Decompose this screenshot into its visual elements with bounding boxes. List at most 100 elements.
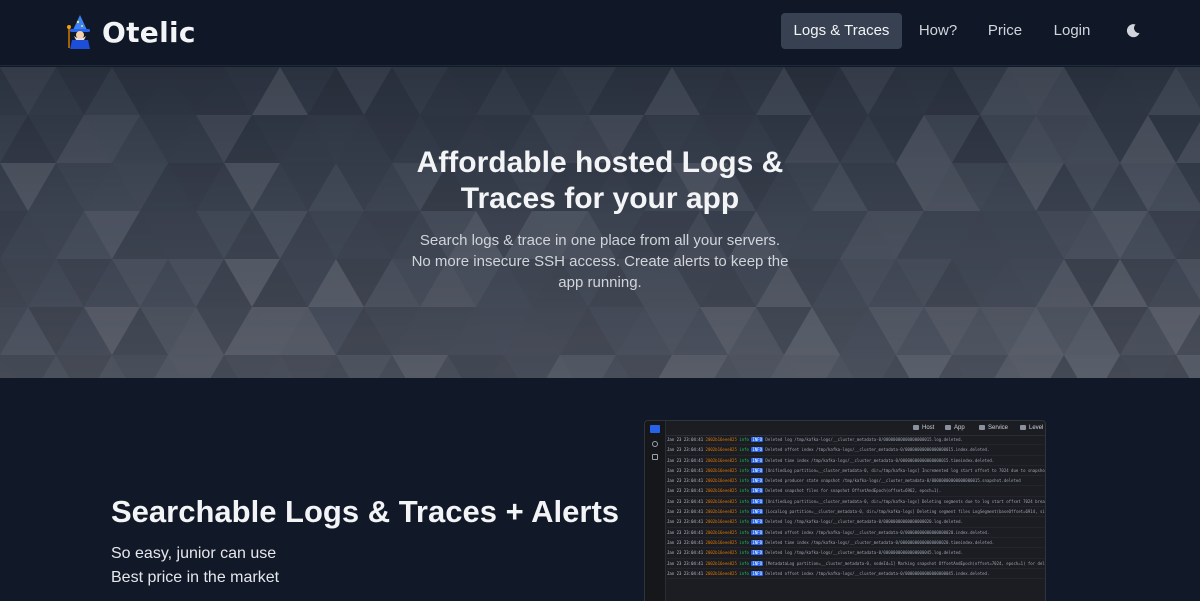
feature-item: So easy, junior can use (111, 545, 277, 562)
log-row[interactable]: Jan 23 23:04:41 2002b16eee825 info INFO … (667, 548, 1045, 559)
log-tag: INFO (751, 488, 763, 494)
log-level: info (739, 447, 749, 453)
alert-icon (652, 454, 658, 460)
log-row[interactable]: Jan 23 23:04:41 2002b16eee825 info INFO … (667, 486, 1045, 497)
log-source: 2002b16eee825 (705, 509, 737, 515)
log-row[interactable]: Jan 23 23:04:41 2002b16eee825 info INFO … (667, 569, 1045, 580)
log-row[interactable]: Jan 23 23:04:41 2002b16eee825 info INFO … (667, 559, 1045, 569)
triangle-pattern (0, 67, 1200, 378)
log-row[interactable]: Jan 23 23:04:41 2002b16eee825 info INFO … (667, 517, 1045, 528)
log-message: Deleted snapshot files for snapshot Offs… (765, 488, 942, 494)
log-time: Jan 23 23:04:41 (667, 457, 704, 463)
trace-icon (652, 441, 658, 447)
log-source: 2002b16eee825 (705, 488, 737, 494)
log-message: Deleted log /tmp/kafka-logs/__cluster_me… (765, 437, 963, 442)
log-level: info (739, 519, 749, 525)
move-icon (979, 424, 985, 430)
nav-price[interactable]: Price (987, 13, 1023, 49)
log-level: info (739, 467, 749, 473)
hero-title: Affordable hosted Logs & Traces for your… (0, 145, 1200, 217)
log-time: Jan 23 23:04:41 (667, 509, 704, 515)
log-time: Jan 23 23:04:41 (667, 488, 704, 494)
log-level: info (739, 550, 749, 556)
log-row[interactable]: Jan 23 23:04:41 2002b16eee825 info INFO … (667, 497, 1045, 508)
server-icon (913, 424, 919, 430)
log-row[interactable]: Jan 23 23:04:41 2002b16eee825 info INFO … (667, 466, 1045, 477)
moon-icon (1126, 24, 1140, 38)
log-tag: INFO (751, 498, 763, 504)
log-level: info (739, 437, 749, 442)
nav-logs-traces[interactable]: Logs & Traces (781, 13, 902, 49)
filter-label: Host (922, 425, 935, 431)
log-message: Deleted offset index /tmp/kafka-logs/__c… (765, 570, 990, 576)
log-level: info (739, 478, 749, 484)
log-row[interactable]: Jan 23 23:04:41 2002b16eee825 info INFO … (667, 445, 1045, 456)
log-time: Jan 23 23:04:41 (667, 570, 704, 576)
log-source: 2002b16eee825 (705, 498, 737, 504)
filter-app: App (945, 423, 965, 433)
log-source: 2002b16eee825 (705, 478, 737, 484)
log-tag: INFO (751, 467, 763, 473)
log-level: info (739, 488, 749, 494)
log-tag: INFO (751, 509, 763, 515)
log-time: Jan 23 23:04:41 (667, 550, 704, 556)
navbar: Otelic Logs & Traces How? Price Login (0, 0, 1200, 66)
log-message: Deleted offset index /tmp/kafka-logs/__c… (765, 447, 990, 453)
log-row[interactable]: Jan 23 23:04:41 2002b16eee825 info INFO … (667, 507, 1045, 518)
log-level: info (739, 457, 749, 463)
log-tag: INFO (751, 519, 763, 525)
nav-login[interactable]: Login (1052, 13, 1092, 49)
brand-logo[interactable]: Otelic (64, 12, 196, 52)
log-row[interactable]: Jan 23 23:04:41 2002b16eee825 info INFO … (667, 476, 1045, 487)
log-time: Jan 23 23:04:41 (667, 478, 704, 484)
log-source: 2002b16eee825 (705, 560, 737, 566)
log-row[interactable]: Jan 23 23:04:41 2002b16eee825 info INFO … (667, 528, 1045, 538)
filter-level: Level (1020, 423, 1043, 433)
log-time: Jan 23 23:04:41 (667, 447, 704, 453)
log-source: 2002b16eee825 (705, 467, 737, 473)
grid-icon (945, 424, 951, 430)
app-screenshot: Host App Service Level Jan 23 23:04:41 2… (644, 420, 1046, 601)
log-row[interactable]: Jan 23 23:04:41 2002b16eee825 info INFO … (667, 435, 1045, 446)
log-message: Deleted log /tmp/kafka-logs/__cluster_me… (765, 519, 963, 525)
log-level: info (739, 539, 749, 545)
log-row[interactable]: Jan 23 23:04:41 2002b16eee825 info INFO … (667, 538, 1045, 549)
log-level: info (739, 529, 749, 535)
log-time: Jan 23 23:04:41 (667, 437, 704, 442)
log-message: Deleted time index /tmp/kafka-logs/__clu… (765, 457, 995, 463)
log-time: Jan 23 23:04:41 (667, 539, 704, 545)
nav-how[interactable]: How? (918, 13, 958, 49)
theme-toggle-button[interactable] (1123, 13, 1143, 49)
log-tag: INFO (751, 478, 763, 484)
filter-label: App (954, 425, 965, 431)
hero-title-line2: Traces for your app (460, 182, 740, 215)
log-time: Jan 23 23:04:41 (667, 519, 704, 525)
brand-name: Otelic (102, 15, 196, 49)
log-level: info (739, 560, 749, 566)
filter-service: Service (979, 423, 1008, 433)
log-tag: INFO (751, 539, 763, 545)
log-time: Jan 23 23:04:41 (667, 560, 704, 566)
log-message: [UnifiedLog partition=__cluster_metadata… (765, 498, 1045, 504)
log-source: 2002b16eee825 (705, 529, 737, 535)
log-tag: INFO (751, 570, 763, 576)
log-level: info (739, 570, 749, 576)
log-tag: INFO (751, 550, 763, 556)
hero-section: Affordable hosted Logs & Traces for your… (0, 67, 1200, 378)
bars-icon (1020, 424, 1026, 430)
log-message: [LocalLog partition=__cluster_metadata-0… (765, 509, 1045, 515)
filter-label: Service (988, 425, 1009, 431)
log-tag: INFO (751, 529, 763, 535)
feature-item: Best price in the market (111, 569, 280, 586)
log-tag: INFO (751, 447, 763, 453)
log-level: info (739, 498, 749, 504)
hero-title-line1: Affordable hosted Logs & (416, 146, 784, 179)
log-time: Jan 23 23:04:41 (667, 529, 704, 535)
log-time: Jan 23 23:04:41 (667, 498, 704, 504)
log-tag: INFO (751, 457, 763, 463)
log-source: 2002b16eee825 (705, 437, 737, 442)
log-message: Deleted offset index /tmp/kafka-logs/__c… (765, 529, 990, 535)
screenshot-filter-bar: Host App Service Level (665, 421, 1045, 436)
log-row[interactable]: Jan 23 23:04:41 2002b16eee825 info INFO … (667, 456, 1045, 466)
log-source: 2002b16eee825 (705, 570, 737, 576)
